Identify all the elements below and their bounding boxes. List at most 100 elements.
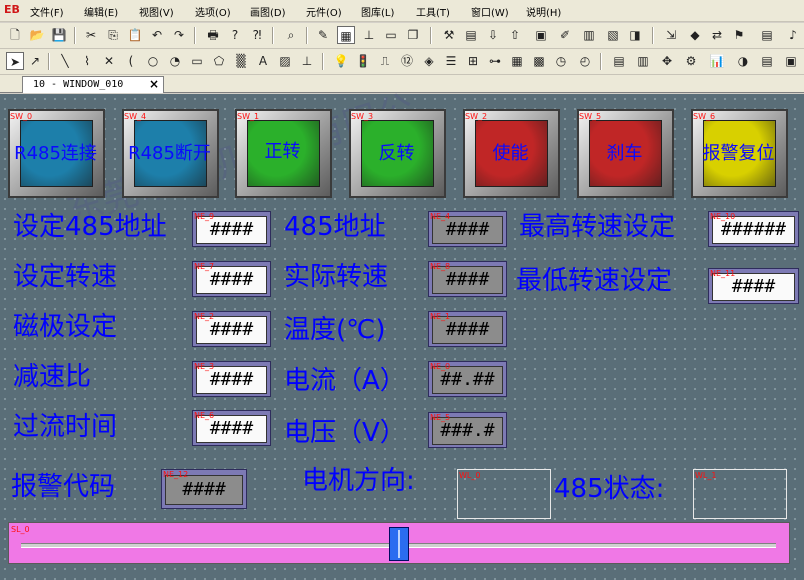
object-id: WL_0 — [459, 471, 481, 480]
rectangle-icon[interactable]: ▭ — [188, 52, 206, 70]
menu-draw[interactable]: 画图(D) — [250, 4, 286, 19]
menu-options[interactable]: 选项(O) — [195, 4, 231, 19]
function-key-icon[interactable]: ◈ — [420, 52, 438, 70]
compile-icon[interactable]: ▤ — [462, 26, 480, 44]
switch-brake[interactable]: 刹车 — [577, 109, 674, 198]
menu-help[interactable]: 说明(H) — [526, 4, 561, 19]
offline-sim-icon[interactable]: ▣ — [532, 26, 550, 44]
menu-tools[interactable]: 工具(T) — [416, 4, 450, 19]
history-icon[interactable]: ▤ — [610, 52, 628, 70]
close-icon[interactable]: × — [149, 77, 159, 91]
switch-label: 正转 — [264, 141, 301, 162]
switch-enable[interactable]: 使能 — [463, 109, 560, 198]
alarm-icon[interactable]: ⚙ — [682, 52, 700, 70]
align-icon[interactable]: ⊥ — [360, 26, 378, 44]
fill-pattern-icon[interactable]: ▒ — [232, 52, 250, 70]
label-voltage: 电压（V） — [284, 418, 406, 448]
redo-icon[interactable]: ↷ — [170, 26, 188, 44]
meter-icon[interactable]: ◑ — [734, 52, 752, 70]
save-icon[interactable]: 💾 — [50, 26, 68, 44]
cube-icon[interactable]: ◆ — [686, 26, 704, 44]
context-help-icon[interactable]: ⁈ — [248, 26, 266, 44]
download-icon[interactable]: ⇩ — [484, 26, 502, 44]
bit-lamp-icon[interactable]: 💡 — [332, 52, 350, 70]
object-id: SW_2 — [465, 112, 488, 121]
trend-icon[interactable]: ◴ — [576, 52, 594, 70]
grid-icon[interactable]: ▦ — [337, 26, 355, 44]
switch-alarm-reset[interactable]: 报警复位 — [691, 109, 788, 198]
switch-label: 反转 — [378, 143, 415, 164]
object-id: SL_0 — [11, 525, 30, 534]
circle-icon[interactable]: ○ — [144, 52, 162, 70]
tools-icon[interactable]: ⚒ — [440, 26, 458, 44]
menu-file[interactable]: 文件(F) — [30, 4, 64, 19]
print-icon[interactable]: 🖶 — [204, 26, 222, 44]
object-id: WL_1 — [695, 471, 717, 480]
chart-icon[interactable]: 📊 — [708, 52, 726, 70]
upload-icon[interactable]: ⇧ — [506, 26, 524, 44]
bit-switch-icon[interactable]: ⎍ — [376, 52, 394, 70]
recipe-icon[interactable]: ▣ — [782, 52, 800, 70]
line-icon[interactable]: ╲ — [56, 52, 74, 70]
text-icon[interactable]: A — [254, 52, 272, 70]
arrow-icon[interactable]: ↗ — [26, 52, 44, 70]
pie-icon[interactable]: ◔ — [166, 52, 184, 70]
open-folder-icon[interactable]: 📂 — [28, 26, 46, 44]
scale-icon[interactable]: ⊥ — [298, 52, 316, 70]
menu-edit[interactable]: 编辑(E) — [84, 4, 118, 19]
polyline-icon[interactable]: ⌇ — [78, 52, 96, 70]
new-file-icon[interactable]: 🗋 — [6, 26, 24, 44]
switch-forward[interactable]: 正转 — [235, 109, 332, 198]
slider-thumb[interactable] — [388, 527, 409, 561]
object-id: SW_4 — [124, 112, 147, 121]
menu-window[interactable]: 窗口(W) — [471, 4, 509, 19]
word-switch-icon[interactable]: ⑫ — [398, 52, 416, 70]
paste-icon[interactable]: 📋 — [126, 26, 144, 44]
word-lamp-icon[interactable]: 🚦 — [354, 52, 372, 70]
arc-icon[interactable]: ( — [122, 52, 140, 70]
polygon-icon[interactable]: ⬠ — [210, 52, 228, 70]
cursor-tool-icon[interactable]: ⇲ — [662, 26, 680, 44]
pen-icon[interactable]: ✎ — [314, 26, 332, 44]
find-icon[interactable]: ⌕ — [282, 26, 300, 44]
object-id: NE_6 — [194, 411, 215, 420]
sound-lib-icon[interactable]: ◨ — [626, 26, 644, 44]
move-icon[interactable]: ✥ — [658, 52, 676, 70]
option-list-icon[interactable]: ☰ — [442, 52, 460, 70]
toolbar-separator — [74, 27, 76, 44]
document-icon[interactable]: ▤ — [758, 26, 776, 44]
switch-label: 刹车 — [606, 143, 643, 164]
transfer-icon[interactable]: ⇄ — [708, 26, 726, 44]
ascii-input-icon[interactable]: ⊶ — [486, 52, 504, 70]
online-sim-icon[interactable]: ✐ — [556, 26, 574, 44]
direct-window-icon[interactable]: ▩ — [530, 52, 548, 70]
pointer-icon[interactable]: ➤ — [6, 52, 24, 70]
label-485-address: 485地址 — [284, 212, 386, 242]
clock-icon[interactable]: ◷ — [552, 52, 570, 70]
window-tabbar: 10 - WINDOW_010 × — [0, 75, 804, 93]
menu-library[interactable]: 图库(L) — [361, 4, 394, 19]
log-icon[interactable]: ▤ — [758, 52, 776, 70]
help-icon[interactable]: ? — [226, 26, 244, 44]
switch-485-connect[interactable]: R485连接 — [8, 109, 105, 198]
numeric-input-icon[interactable]: ⊞ — [464, 52, 482, 70]
cut-icon[interactable]: ✂ — [82, 26, 100, 44]
indirect-window-icon[interactable]: ▦ — [508, 52, 526, 70]
menu-view[interactable]: 视图(V) — [139, 4, 174, 19]
window-icon[interactable]: ❐ — [404, 26, 422, 44]
flag-icon[interactable]: ⚑ — [730, 26, 748, 44]
picture-icon[interactable]: ▨ — [276, 52, 294, 70]
menu-objects[interactable]: 元件(O) — [306, 4, 342, 19]
music-icon[interactable]: ♪ — [784, 26, 802, 44]
rectangle-tool-icon[interactable]: ▭ — [382, 26, 400, 44]
switch-reverse[interactable]: 反转 — [349, 109, 446, 198]
tab-window-010[interactable]: 10 - WINDOW_010 × — [22, 76, 164, 93]
picture-lib-icon[interactable]: ▥ — [580, 26, 598, 44]
undo-icon[interactable]: ↶ — [148, 26, 166, 44]
bar-graph-icon[interactable]: ▥ — [634, 52, 652, 70]
switch-485-disconnect[interactable]: R485断开 — [122, 109, 219, 198]
text-lib-icon[interactable]: ▧ — [604, 26, 622, 44]
cross-icon[interactable]: ✕ — [100, 52, 118, 70]
copy-icon[interactable]: ⎘ — [104, 26, 122, 44]
slider-sl0[interactable]: SL_0 — [8, 522, 790, 564]
